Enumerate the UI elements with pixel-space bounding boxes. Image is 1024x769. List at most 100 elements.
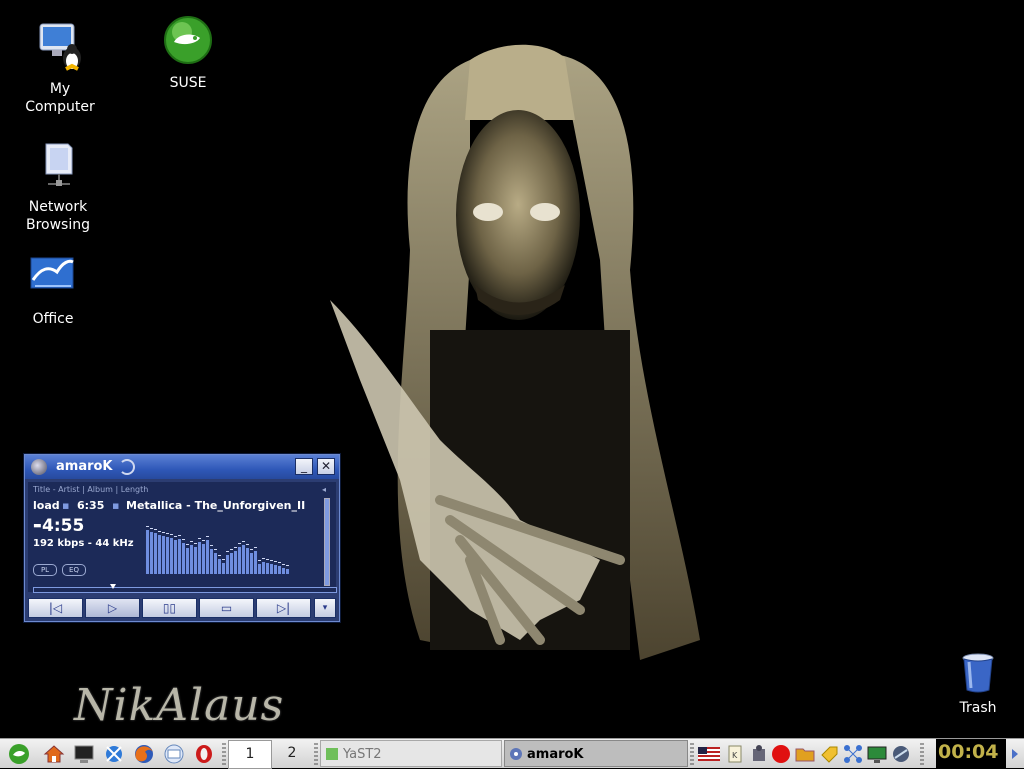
analyzer-bar [226,555,229,574]
analyzer-bar [190,545,193,574]
analyzer-peak [234,547,237,548]
desktop-icon-my-computer[interactable]: My Computer [15,20,105,116]
play-button[interactable]: ▷ [85,598,140,618]
close-button[interactable]: ✕ [317,458,335,475]
analyzer-peak [162,532,165,533]
analyzer-peak [258,560,261,561]
mail-icon[interactable] [163,743,185,765]
satellite-icon[interactable] [890,743,912,765]
us-flag-icon[interactable] [698,747,720,761]
analyzer-peak [210,545,213,546]
scroll-left-icon[interactable]: ◂ [322,485,326,494]
home-icon[interactable] [43,743,65,765]
desktop-icon-trash[interactable]: Trash [950,652,1006,716]
analyzer-bar [270,564,273,574]
desktop-icon-office[interactable]: Office [8,250,98,328]
opera-icon[interactable] [193,743,215,765]
playlist-toggle-button[interactable]: PL [33,564,57,576]
pager-desktop-1[interactable]: 1 [228,740,272,769]
panel-grip[interactable] [314,743,318,765]
analyzer-bar [186,548,189,574]
analyzer-peak [222,559,225,560]
firefox-icon[interactable] [133,743,155,765]
task-amarok[interactable]: amaroK [504,740,688,767]
analyzer-peak [206,536,209,537]
clock[interactable]: 00:04 [936,739,1006,769]
panel-grip[interactable] [222,743,226,765]
svg-text:K: K [732,751,738,760]
amarok-player-window[interactable]: amaroK _ ✕ Title - Artist | Album | Leng… [24,454,340,622]
analyzer-bar [214,553,217,574]
analyzer-peak [186,544,189,545]
panel-grip[interactable] [690,743,694,765]
volume-slider[interactable] [324,498,330,586]
office-label: Office [32,311,74,327]
analyzer-bar [282,568,285,574]
klipper-icon[interactable]: K [724,743,746,765]
analyzer-peak [190,541,193,542]
panel-hide-arrow-icon[interactable] [1012,749,1018,759]
analyzer-peak [278,562,281,563]
desktop-icon-network-browsing[interactable]: Network Browsing [13,138,103,234]
terminal-icon[interactable] [73,743,95,765]
stop-icon: ▭ [220,601,233,615]
minimize-button[interactable]: _ [295,458,313,475]
spectrum-analyzer[interactable] [146,516,298,574]
analyzer-bar [174,540,177,574]
pause-button[interactable]: ▯▯ [142,598,197,618]
seek-knob[interactable] [110,584,116,589]
seek-bar[interactable] [33,584,337,593]
amarok-task-icon [510,748,522,760]
analyzer-peak [250,549,253,550]
analyzer-peak [238,543,241,544]
analyzer-peak [226,551,229,552]
analyzer-peak [158,531,161,532]
network-icon[interactable] [748,743,770,765]
suse-label: SUSE [169,75,207,91]
analyzer-bar [166,537,169,574]
tag-icon[interactable] [818,743,840,765]
elapsed-time: 4:55 [42,516,85,536]
panel-grip[interactable] [920,743,924,765]
trash-icon [962,653,994,693]
analyzer-bar [274,565,277,574]
analyzer-bar [222,563,225,574]
analyzer-bar [258,564,261,574]
pager-desktop-2[interactable]: 2 [271,740,313,767]
amarok-header-hint: Title - Artist | Album | Length [33,485,149,494]
analyzer-bar [238,547,241,574]
analyzer-peak [242,541,245,542]
analyzer-peak [174,536,177,537]
bitrate-info: 192 kbps - 44 kHz [33,538,134,549]
analyzer-bar [154,533,157,574]
analyzer-bar [178,539,181,574]
suse-icon [164,16,212,64]
track-length: 6:35 [77,499,105,512]
analyzer-bar [162,536,165,574]
equalizer-toggle-button[interactable]: EQ [62,564,86,576]
yast-icon [326,748,338,760]
kde-icon[interactable] [103,743,125,765]
task-yast2[interactable]: YaST2 [320,740,502,767]
folder-icon[interactable] [794,743,816,765]
analyzer-peak [230,549,233,550]
analyzer-bar [286,569,289,574]
monitor-icon[interactable] [866,743,888,765]
next-button[interactable]: ▷| [256,598,311,618]
grid-icon[interactable] [842,743,864,765]
previous-button[interactable]: |◁ [28,598,83,618]
suse-menu-icon[interactable] [8,743,30,765]
play-icon: ▷ [107,601,118,615]
analyzer-peak [182,539,185,540]
analyzer-bar [158,535,161,574]
stop-button[interactable]: ▭ [199,598,254,618]
analyzer-peak [150,528,153,529]
amarok-titlebar[interactable]: amaroK _ ✕ [25,455,339,479]
menu-button[interactable]: ▾ [314,598,336,618]
amarok-title: amaroK [56,459,113,474]
analyzer-peak [166,533,169,534]
time-mode-icon[interactable]: ▬ [33,521,42,531]
desktop-icon-suse[interactable]: SUSE [143,14,233,92]
record-icon[interactable] [770,743,792,765]
menu-icon: ▾ [322,603,328,613]
